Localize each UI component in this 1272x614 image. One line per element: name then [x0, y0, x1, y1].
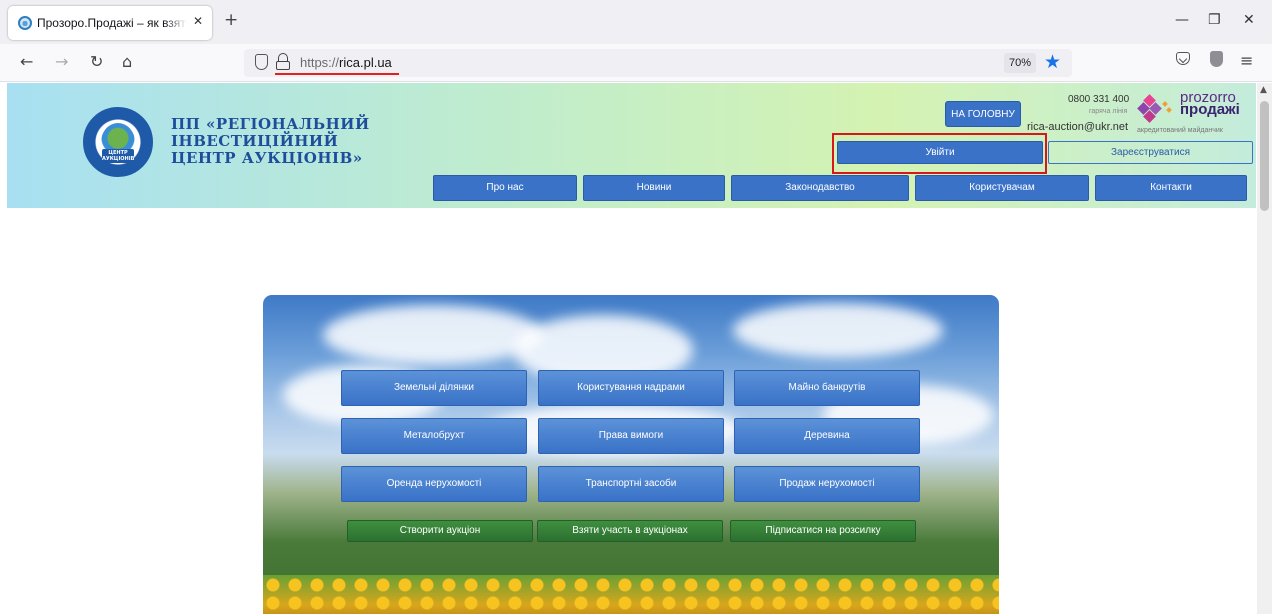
nav-users[interactable]: Користувачам [915, 175, 1089, 201]
reload-icon[interactable]: ↻ [90, 53, 103, 71]
category-timber[interactable]: Деревина [734, 418, 920, 454]
phone-number: 0800 331 400 [1068, 94, 1130, 105]
scroll-up-icon[interactable]: ▲ [1260, 85, 1267, 95]
category-property-lease[interactable]: Оренда нерухомості [341, 466, 527, 502]
register-button[interactable]: Зареєструватися [1048, 141, 1253, 164]
lock-icon[interactable] [276, 53, 290, 71]
new-tab-button[interactable]: + [224, 11, 238, 29]
close-window-icon[interactable]: ✕ [1243, 12, 1255, 28]
sunflower-field [263, 575, 999, 614]
logo-seal[interactable]: ЦЕНТР АУКЦІОНІВ [83, 107, 153, 177]
category-claims[interactable]: Права вимоги [538, 418, 724, 454]
prodazhi-word: продажі [1180, 101, 1240, 118]
extension-icon[interactable] [1210, 51, 1223, 67]
page-scrollbar[interactable]: ▲ [1257, 83, 1272, 614]
create-auction-button[interactable]: Створити аукціон [347, 520, 533, 542]
category-subsoil[interactable]: Користування надрами [538, 370, 724, 406]
prozorro-logo-icon [1137, 94, 1177, 124]
tab-title: Прозоро.Продажі – як взяти уча [37, 16, 187, 30]
join-auctions-button[interactable]: Взяти участь в аукціонах [537, 520, 723, 542]
home-icon[interactable]: ⌂ [122, 53, 132, 71]
hotline-label: гаряча лінія [1089, 108, 1128, 115]
nav-contacts[interactable]: Контакти [1095, 175, 1247, 201]
contact-email[interactable]: rica-auction@ukr.net [1027, 121, 1128, 133]
url-text[interactable]: https://rica.pl.ua [300, 55, 392, 70]
hero-banner: Земельні ділянки Користування надрами Ма… [263, 295, 999, 614]
main-navigation: Про нас Новини Законодавство Користувача… [433, 175, 1247, 201]
category-bankrupt-property[interactable]: Майно банкрутів [734, 370, 920, 406]
browser-tab[interactable]: Прозоро.Продажі – як взяти уча ✕ [8, 6, 212, 40]
menu-icon[interactable]: ≡ [1240, 52, 1253, 70]
url-annotation-underline [275, 73, 399, 75]
nav-news[interactable]: Новини [583, 175, 725, 201]
site-favicon-icon [18, 16, 32, 30]
home-page-button[interactable]: НА ГОЛОВНУ [945, 101, 1021, 127]
accredited-label: акредитований майданчик [1137, 127, 1223, 134]
page-viewport: ЦЕНТР АУКЦІОНІВ ПП «РЕГІОНАЛЬНИЙ ІНВЕСТИ… [0, 83, 1272, 614]
site-logo-text[interactable]: ПП «РЕГІОНАЛЬНИЙ ІНВЕСТИЦІЙНИЙ ЦЕНТР АУК… [171, 116, 391, 167]
close-tab-icon[interactable]: ✕ [193, 14, 203, 28]
forward-icon[interactable]: → [55, 53, 68, 71]
nav-legislation[interactable]: Законодавство [731, 175, 909, 201]
back-icon[interactable]: ← [20, 53, 33, 71]
site-header: ЦЕНТР АУКЦІОНІВ ПП «РЕГІОНАЛЬНИЙ ІНВЕСТИ… [7, 83, 1256, 208]
bookmark-star-icon[interactable]: ★ [1044, 51, 1061, 73]
category-property-sale[interactable]: Продаж нерухомості [734, 466, 920, 502]
minimize-icon[interactable]: — [1175, 12, 1189, 28]
tab-bar: Прозоро.Продажі – як взяти уча ✕ + — ❐ ✕ [0, 0, 1272, 44]
category-vehicles[interactable]: Транспортні засоби [538, 466, 724, 502]
tracking-protection-icon[interactable] [255, 54, 268, 70]
seal-label: ЦЕНТР АУКЦІОНІВ [102, 149, 135, 163]
nav-about[interactable]: Про нас [433, 175, 577, 201]
scroll-thumb[interactable] [1260, 101, 1269, 211]
category-land[interactable]: Земельні ділянки [341, 370, 527, 406]
navigation-toolbar: ← → ↻ ⌂ https://rica.pl.ua 70% ★ ≡ [0, 44, 1272, 82]
subscribe-button[interactable]: Підписатися на розсилку [730, 520, 916, 542]
category-scrap-metal[interactable]: Металобрухт [341, 418, 527, 454]
zoom-level[interactable]: 70% [1004, 53, 1036, 73]
restore-icon[interactable]: ❐ [1208, 12, 1221, 28]
pocket-icon[interactable] [1176, 52, 1190, 65]
login-button[interactable]: Увійти [837, 141, 1043, 164]
